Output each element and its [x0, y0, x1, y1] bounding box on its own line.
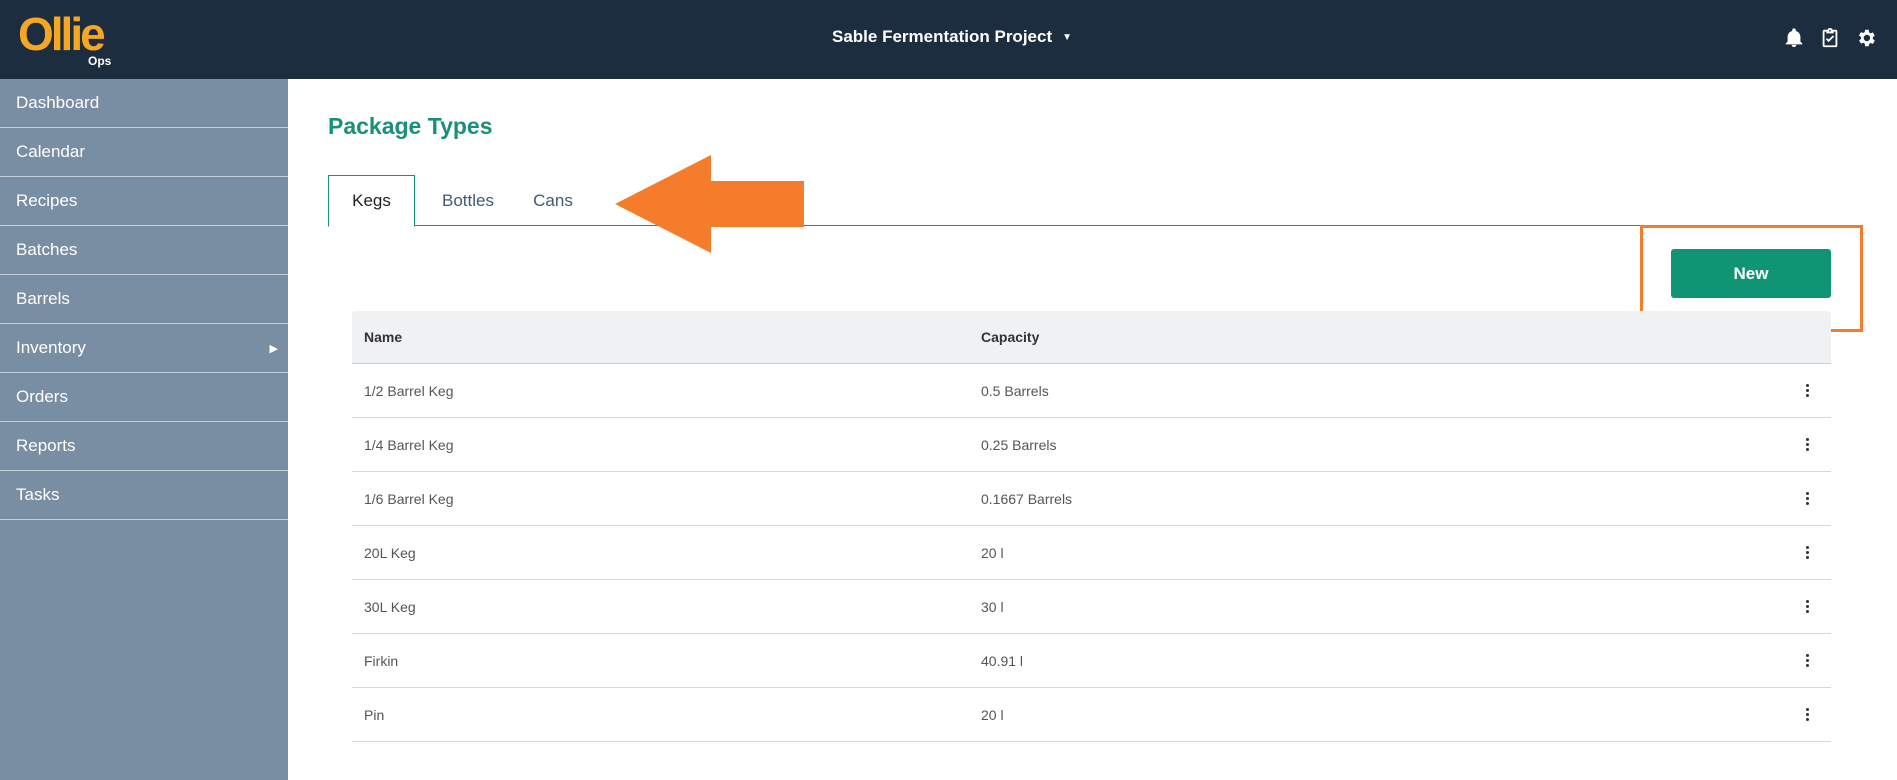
table-row[interactable]: 20L Keg 20 l: [352, 526, 1831, 580]
sidebar-item-orders[interactable]: Orders: [0, 373, 288, 422]
cell-capacity: 40.91 l: [981, 652, 1024, 669]
tab-cans[interactable]: Cans: [518, 175, 588, 226]
cell-capacity: 20 l: [981, 706, 1004, 723]
cell-name: 20L Keg: [364, 544, 416, 561]
sidebar-item-calendar[interactable]: Calendar: [0, 128, 288, 177]
submenu-arrow-icon: ▶: [269, 342, 278, 355]
tab-kegs[interactable]: Kegs: [328, 175, 415, 227]
sidebar-item-label: Barrels: [16, 289, 70, 308]
cell-name: Firkin: [364, 652, 399, 669]
top-bar: Ollie Ops Sable Fermentation Project ▼: [0, 0, 1897, 79]
row-actions-icon[interactable]: [1799, 433, 1815, 457]
cell-capacity: 30 l: [981, 598, 1004, 615]
row-actions-icon[interactable]: [1799, 595, 1815, 619]
sidebar-item-label: Batches: [16, 240, 78, 259]
logo-subtext: Ops: [88, 54, 112, 68]
column-header-capacity[interactable]: Capacity: [981, 329, 1039, 345]
table-row[interactable]: 30L Keg 30 l: [352, 580, 1831, 634]
sidebar-item-label: Reports: [16, 436, 76, 455]
cell-capacity: 0.5 Barrels: [981, 382, 1049, 399]
page-title: Package Types: [328, 113, 493, 139]
sidebar-item-tasks[interactable]: Tasks: [0, 471, 288, 520]
top-icons: [1783, 26, 1877, 50]
sidebar-item-dashboard[interactable]: Dashboard: [0, 79, 288, 128]
table-row[interactable]: Pin 20 l: [352, 688, 1831, 742]
clipboard-check-icon[interactable]: [1819, 26, 1841, 50]
cell-capacity: 0.1667 Barrels: [981, 490, 1073, 507]
tab-bottles[interactable]: Bottles: [428, 175, 508, 226]
sidebar-item-label: Calendar: [16, 142, 85, 161]
sidebar: Dashboard Calendar Recipes Batches Barre…: [0, 79, 288, 780]
cell-name: 1/2 Barrel Keg: [364, 382, 454, 399]
sidebar-item-recipes[interactable]: Recipes: [0, 177, 288, 226]
sidebar-item-reports[interactable]: Reports: [0, 422, 288, 471]
table-row[interactable]: 1/2 Barrel Keg 0.5 Barrels: [352, 364, 1831, 418]
tab-bar: Kegs Bottles Cans: [328, 175, 1821, 227]
project-selector[interactable]: Sable Fermentation Project ▼: [832, 27, 1072, 47]
caret-down-icon: ▼: [1062, 31, 1073, 43]
row-actions-icon[interactable]: [1799, 541, 1815, 565]
sidebar-item-batches[interactable]: Batches: [0, 226, 288, 275]
main-content: Package Types Kegs Bottles Cans New Name…: [288, 79, 1897, 780]
row-actions-icon[interactable]: [1799, 487, 1815, 511]
bell-icon[interactable]: [1783, 26, 1805, 50]
sidebar-item-label: Orders: [16, 387, 68, 406]
cell-name: 30L Keg: [364, 598, 416, 615]
table-row[interactable]: 1/4 Barrel Keg 0.25 Barrels: [352, 418, 1831, 472]
sidebar-item-label: Recipes: [16, 191, 78, 210]
cell-name: 1/6 Barrel Keg: [364, 490, 454, 507]
cell-capacity: 20 l: [981, 544, 1004, 561]
column-header-name[interactable]: Name: [364, 329, 402, 345]
row-actions-icon[interactable]: [1799, 649, 1815, 673]
package-types-table: Name Capacity 1/2 Barrel Keg 0.5 Barrels…: [352, 311, 1831, 742]
sidebar-item-label: Inventory: [16, 338, 86, 357]
gear-icon[interactable]: [1855, 26, 1877, 50]
cell-name: 1/4 Barrel Keg: [364, 436, 454, 453]
sidebar-item-label: Tasks: [16, 485, 60, 504]
annotation-arrow: [615, 155, 804, 253]
cell-capacity: 0.25 Barrels: [981, 436, 1057, 453]
table-row[interactable]: 1/6 Barrel Keg 0.1667 Barrels: [352, 472, 1831, 526]
ollie-ops-logo[interactable]: Ollie Ops: [18, 8, 118, 72]
project-name: Sable Fermentation Project: [832, 27, 1053, 46]
table-header: Name Capacity: [352, 311, 1831, 364]
sidebar-item-inventory[interactable]: Inventory ▶: [0, 324, 288, 373]
sidebar-item-label: Dashboard: [16, 93, 100, 112]
row-actions-icon[interactable]: [1799, 379, 1815, 403]
logo-text: Ollie: [18, 8, 106, 60]
sidebar-item-barrels[interactable]: Barrels: [0, 275, 288, 324]
cell-name: Pin: [364, 706, 385, 723]
row-actions-icon[interactable]: [1799, 703, 1815, 727]
new-button[interactable]: New: [1671, 249, 1831, 298]
table-row[interactable]: Firkin 40.91 l: [352, 634, 1831, 688]
